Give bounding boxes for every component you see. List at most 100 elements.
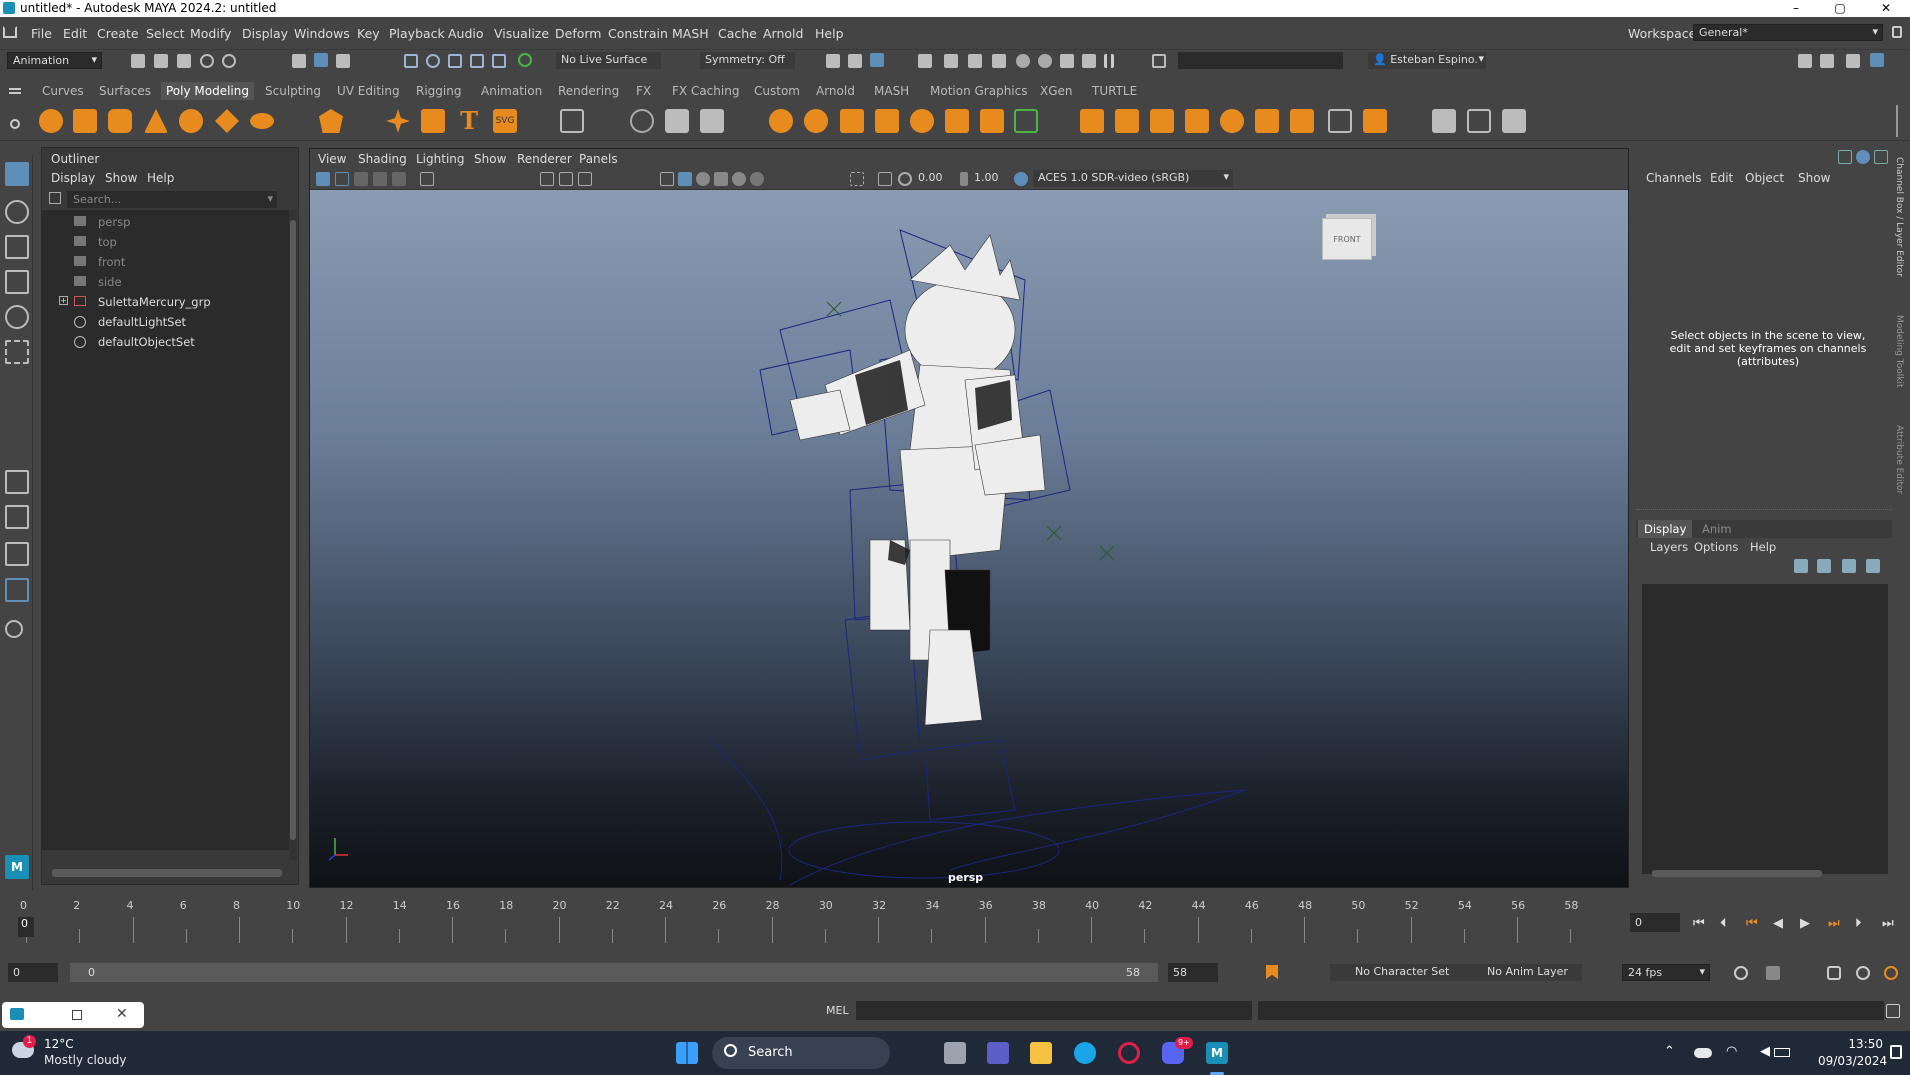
- anim-layer-select[interactable]: No Anim Layer: [1462, 964, 1582, 981]
- step-forward-key-icon[interactable]: ⏭: [1828, 916, 1840, 931]
- menu-create[interactable]: Create: [97, 26, 139, 41]
- fill-hole-icon[interactable]: [1220, 109, 1244, 133]
- menu-modify[interactable]: Modify: [190, 26, 231, 41]
- channel-menu-object[interactable]: Object: [1745, 171, 1784, 185]
- shelf-tab-rendering[interactable]: Rendering: [558, 84, 619, 98]
- shelf-menu-icon[interactable]: [9, 88, 21, 94]
- grease-pencil-icon[interactable]: [420, 172, 434, 186]
- chevron-up-icon[interactable]: ⌃: [1664, 1044, 1675, 1059]
- combine-icon[interactable]: [769, 109, 793, 133]
- loop-icon[interactable]: [1734, 966, 1748, 980]
- time-ruler[interactable]: 0 2 4 6 8 10 12 14 16 18 20 22 24 26 28 30 32 34 36 38 40 42 4…: [20, 899, 1584, 943]
- bevel-icon[interactable]: [1150, 109, 1174, 133]
- start-time-field[interactable]: 0: [8, 963, 58, 982]
- arnold-rv-icon[interactable]: [1060, 54, 1074, 68]
- shadows-icon[interactable]: [750, 172, 764, 186]
- xray-icon[interactable]: [878, 172, 892, 186]
- shelf-tab-sculpting[interactable]: Sculpting: [265, 84, 321, 98]
- tab-anim[interactable]: Anim: [1702, 522, 1732, 536]
- list-item[interactable]: side: [42, 272, 290, 292]
- make-live-icon[interactable]: [518, 53, 532, 67]
- redo-icon[interactable]: [222, 54, 236, 68]
- layers-hscrollbar[interactable]: [1652, 870, 1822, 877]
- shelf-tab-animation[interactable]: Animation: [481, 84, 542, 98]
- layers-menu-layers[interactable]: Layers: [1650, 540, 1688, 554]
- channel-box-float-icon[interactable]: [1856, 150, 1870, 164]
- insert-edge-loop-icon[interactable]: [1467, 109, 1491, 133]
- shelf-tab-custom[interactable]: Custom: [754, 84, 800, 98]
- two-pane-icon[interactable]: [5, 542, 29, 566]
- outliner-vscrollbar[interactable]: [289, 210, 297, 860]
- windows-start-icon[interactable]: [676, 1042, 698, 1064]
- menu-playback[interactable]: Playback: [389, 26, 445, 41]
- shelf-tab-arnold[interactable]: Arnold: [816, 84, 855, 98]
- shelf-tab-mash[interactable]: MASH: [874, 84, 909, 98]
- viewport-menu-renderer[interactable]: Renderer: [517, 152, 572, 166]
- audio-icon[interactable]: [1827, 966, 1841, 980]
- render-setup-icon[interactable]: [992, 54, 1006, 68]
- hypershade-icon[interactable]: [944, 54, 958, 68]
- list-item[interactable]: persp: [42, 212, 290, 232]
- menu-edit[interactable]: Edit: [63, 26, 87, 41]
- channel-menu-edit[interactable]: Edit: [1710, 171, 1733, 185]
- anim-settings-icon[interactable]: [1884, 966, 1898, 980]
- channel-box-edit-icon[interactable]: [1874, 150, 1888, 164]
- color-management-icon[interactable]: [1014, 172, 1028, 186]
- move-layer-up-icon[interactable]: [1794, 559, 1808, 573]
- poly-disc-icon[interactable]: [250, 113, 274, 129]
- outliner-menu-help[interactable]: Help: [147, 171, 174, 185]
- lights-icon[interactable]: [732, 172, 746, 186]
- sidebar-toggle-icon[interactable]: [1798, 54, 1812, 68]
- channel-menu-show[interactable]: Show: [1798, 171, 1830, 185]
- close-button[interactable]: ✕: [1868, 0, 1904, 17]
- target-weld-icon[interactable]: [1502, 109, 1526, 133]
- camera-attributes-icon[interactable]: [335, 172, 349, 186]
- resolution-gate-icon[interactable]: [578, 172, 592, 186]
- two-d-pan-icon[interactable]: [392, 172, 406, 186]
- isolate-select-icon[interactable]: [850, 172, 864, 186]
- poke-icon[interactable]: [1290, 109, 1314, 133]
- shelf-settings-icon[interactable]: [10, 119, 20, 129]
- poly-plane-icon[interactable]: [215, 109, 239, 133]
- bevel-axis-icon[interactable]: [630, 109, 654, 133]
- smooth-shade-icon[interactable]: [678, 172, 692, 186]
- clock-time[interactable]: 13:50: [1845, 1037, 1883, 1051]
- side-tab-channel-box[interactable]: Channel Box / Layer Editor: [1894, 157, 1904, 292]
- construction-history-icon[interactable]: [826, 54, 840, 68]
- new-scene-icon[interactable]: [131, 54, 145, 68]
- home-icon[interactable]: [3, 26, 17, 38]
- outliner-menu-show[interactable]: Show: [105, 171, 137, 185]
- snap-surface-icon[interactable]: [492, 54, 506, 68]
- ipr-render-icon[interactable]: [870, 53, 884, 67]
- rotate-tool-icon[interactable]: [5, 305, 29, 329]
- go-to-start-icon[interactable]: ⏮: [1693, 916, 1705, 931]
- textured-icon[interactable]: [714, 172, 728, 186]
- menu-constrain[interactable]: Constrain: [608, 26, 668, 41]
- super-shape-icon[interactable]: [386, 109, 410, 133]
- list-item[interactable]: defaultLightSet: [42, 312, 290, 332]
- svg-tool-icon[interactable]: SVG: [493, 109, 517, 133]
- maya-taskbar-icon[interactable]: M: [1206, 1042, 1228, 1064]
- select-component-icon[interactable]: [336, 54, 350, 68]
- layers-menu-options[interactable]: Options: [1694, 540, 1738, 554]
- mirror-icon[interactable]: [945, 109, 969, 133]
- exposure-field[interactable]: 0.00: [918, 171, 952, 184]
- four-pane-icon[interactable]: [5, 505, 29, 529]
- extract-icon[interactable]: [840, 109, 864, 133]
- view-cube[interactable]: FRONT: [1322, 218, 1372, 260]
- anim-prefs-icon[interactable]: [1856, 966, 1870, 980]
- extrude-icon[interactable]: [1080, 109, 1104, 133]
- type-tool-icon[interactable]: T: [457, 109, 481, 133]
- arnold-ipr-icon[interactable]: [1038, 54, 1052, 68]
- new-empty-layer-icon[interactable]: [1842, 559, 1856, 573]
- shelf-tab-fx-caching[interactable]: FX Caching: [672, 84, 739, 98]
- shelf-tab-xgen[interactable]: XGen: [1040, 84, 1073, 98]
- poly-cube-icon[interactable]: [73, 109, 97, 133]
- scale-tool-icon[interactable]: [5, 340, 29, 364]
- outliner-layout-icon[interactable]: [5, 578, 29, 602]
- normalize-icon[interactable]: [700, 109, 724, 133]
- snap-curve-icon[interactable]: [426, 54, 440, 68]
- single-pane-icon[interactable]: [5, 470, 29, 494]
- image-plane-icon[interactable]: [373, 172, 387, 186]
- minimize-button[interactable]: –: [1778, 0, 1814, 17]
